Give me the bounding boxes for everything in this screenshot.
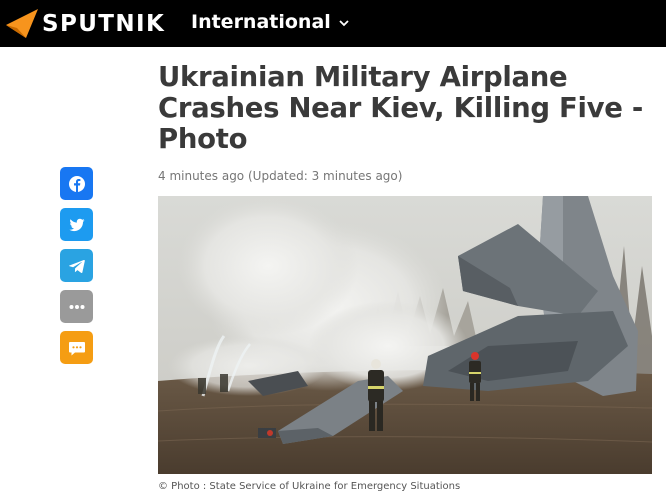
share-facebook-button[interactable] bbox=[60, 167, 93, 200]
share-more-button[interactable] bbox=[60, 290, 93, 323]
edition-selector[interactable]: International bbox=[191, 11, 349, 33]
chevron-down-icon bbox=[339, 19, 349, 26]
logo-text: SPUTNIK bbox=[42, 10, 166, 37]
facebook-icon bbox=[68, 175, 85, 192]
article-title: Ukrainian Military Airplane Crashes Near… bbox=[158, 61, 644, 155]
photo-caption: © Photo : State Service of Ukraine for E… bbox=[158, 481, 461, 492]
sputnik-logo[interactable]: SPUTNIK bbox=[4, 7, 165, 40]
comments-button[interactable] bbox=[60, 331, 93, 364]
comment-icon bbox=[68, 341, 85, 355]
share-telegram-button[interactable] bbox=[60, 249, 93, 282]
edition-label: International bbox=[191, 11, 331, 33]
crash-site-photo-illustration bbox=[158, 196, 652, 474]
telegram-icon bbox=[68, 259, 85, 273]
published-time: 4 minutes ago bbox=[158, 169, 245, 183]
updated-time: (Updated: 3 minutes ago) bbox=[247, 169, 403, 183]
top-navigation-bar: SPUTNIK International bbox=[0, 0, 666, 47]
article-lead-photo[interactable] bbox=[158, 196, 652, 474]
share-twitter-button[interactable] bbox=[60, 208, 93, 241]
article-timestamps: 4 minutes ago (Updated: 3 minutes ago) bbox=[158, 169, 402, 183]
more-icon bbox=[69, 304, 84, 309]
sputnik-logo-icon bbox=[6, 9, 38, 38]
twitter-icon bbox=[69, 218, 84, 231]
